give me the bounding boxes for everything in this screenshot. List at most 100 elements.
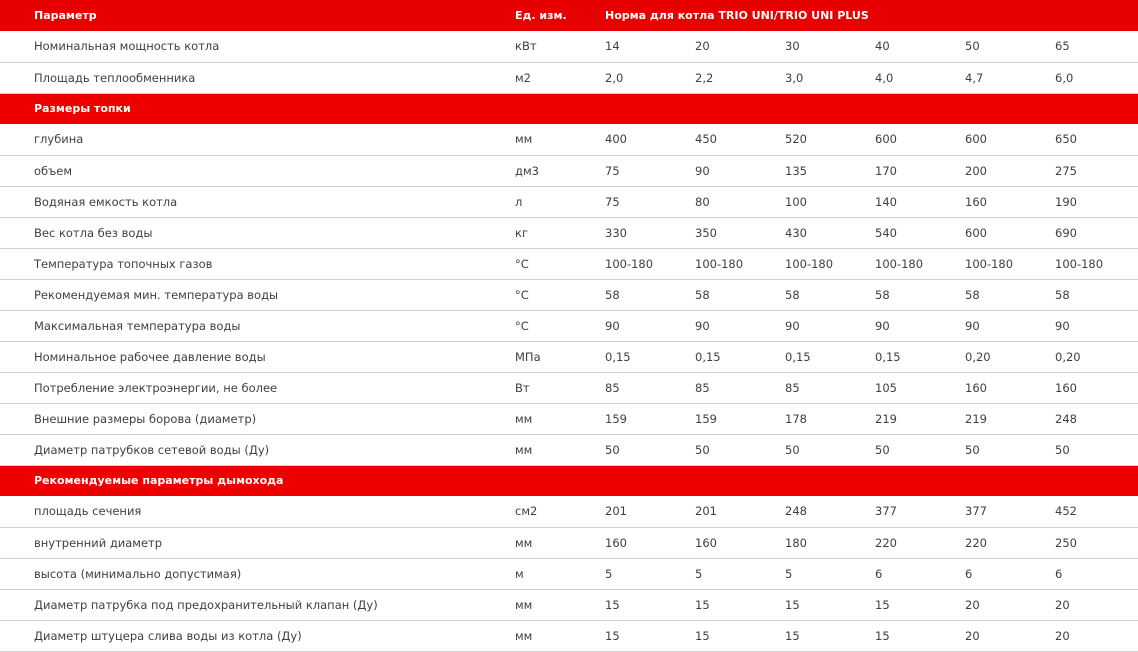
param-value: 400 xyxy=(605,124,695,156)
param-value: 15 xyxy=(785,620,875,652)
param-value: 15 xyxy=(875,589,965,621)
param-value: 20 xyxy=(1055,589,1138,621)
table-row: глубина мм 400 450 520 600 600 650 xyxy=(0,124,1138,156)
param-name: Вес котла без воды xyxy=(0,217,515,249)
param-value: 159 xyxy=(695,403,785,435)
param-value: 160 xyxy=(965,186,1055,218)
param-value: 100-180 xyxy=(785,248,875,280)
param-value: 377 xyxy=(965,496,1055,528)
param-value: 105 xyxy=(875,372,965,404)
param-value: 6 xyxy=(875,558,965,590)
param-value: 2,2 xyxy=(695,62,785,94)
param-value: 201 xyxy=(605,496,695,528)
param-unit: мм xyxy=(515,434,605,466)
param-value: 0,15 xyxy=(605,341,695,373)
param-name: Температура топочных газов xyxy=(0,248,515,280)
param-name: площадь сечения xyxy=(0,496,515,528)
param-value: 5 xyxy=(695,558,785,590)
param-value: 50 xyxy=(875,434,965,466)
param-value: 100-180 xyxy=(605,248,695,280)
param-value: 90 xyxy=(1055,310,1138,342)
param-unit: дм3 xyxy=(515,155,605,187)
param-unit: °С xyxy=(515,310,605,342)
param-value: 90 xyxy=(965,310,1055,342)
table-header-row: Параметр Ед. изм. Норма для котла TRIO U… xyxy=(0,0,1138,31)
param-name: Рекомендуемая мин. температура воды xyxy=(0,279,515,311)
table-row: объем дм3 75 90 135 170 200 275 xyxy=(0,155,1138,187)
param-value: 178 xyxy=(785,403,875,435)
table-row: Диаметр патрубка под предохранительный к… xyxy=(0,589,1138,621)
param-unit: мм xyxy=(515,124,605,156)
param-value: 50 xyxy=(785,434,875,466)
param-value: 0,15 xyxy=(875,341,965,373)
param-name: глубина xyxy=(0,124,515,156)
param-value: 75 xyxy=(605,186,695,218)
param-value: 0,20 xyxy=(1055,341,1138,373)
param-unit: м xyxy=(515,558,605,590)
param-value: 20 xyxy=(1055,620,1138,652)
param-value: 540 xyxy=(875,217,965,249)
param-value: 100-180 xyxy=(965,248,1055,280)
param-value: 0,15 xyxy=(695,341,785,373)
param-value: 90 xyxy=(605,310,695,342)
param-value: 600 xyxy=(965,124,1055,156)
param-value: 219 xyxy=(875,403,965,435)
table-row: Номинальная мощность котла кВт 14 20 30 40 50 6… xyxy=(0,31,1138,63)
param-name: Диаметр патрубка под предохранительный к… xyxy=(0,589,515,621)
param-value: 58 xyxy=(1055,279,1138,311)
table-row: Площадь теплообменника м2 2,0 2,2 3,0 4,0 4,7 6… xyxy=(0,62,1138,94)
param-unit: мм xyxy=(515,589,605,621)
param-value: 15 xyxy=(875,620,965,652)
param-value: 14 xyxy=(605,31,695,63)
param-value: 248 xyxy=(785,496,875,528)
table-body: Параметр Ед. изм. Норма для котла TRIO U… xyxy=(0,0,1138,652)
param-value: 100-180 xyxy=(695,248,785,280)
param-unit: мм xyxy=(515,620,605,652)
param-value: 248 xyxy=(1055,403,1138,435)
table-row: Рекомендуемая мин. температура воды °С 58 5… xyxy=(0,279,1138,311)
param-value: 190 xyxy=(1055,186,1138,218)
section-header-row: Рекомендуемые параметры дымохода xyxy=(0,465,1138,496)
table-row: площадь сечения см2 201 201 248 377 377 452 xyxy=(0,496,1138,528)
param-value: 90 xyxy=(695,155,785,187)
table-row: Диаметр штуцера слива воды из котла (Ду)… xyxy=(0,620,1138,652)
param-value: 100 xyxy=(785,186,875,218)
param-value: 50 xyxy=(605,434,695,466)
param-value: 220 xyxy=(875,527,965,559)
param-value: 0,15 xyxy=(785,341,875,373)
param-value: 140 xyxy=(875,186,965,218)
table-row: Потребление электроэнергии, не более Вт 85… xyxy=(0,372,1138,404)
table-row: высота (минимально допустимая) м 5 5 5 6 6 6 xyxy=(0,558,1138,590)
param-name: высота (минимально допустимая) xyxy=(0,558,515,590)
param-name: Площадь теплообменника xyxy=(0,62,515,94)
table-row: Номинальное рабочее давление воды МПа 0,15… xyxy=(0,341,1138,373)
param-value: 5 xyxy=(785,558,875,590)
param-value: 30 xyxy=(785,31,875,63)
param-value: 50 xyxy=(1055,434,1138,466)
param-name: внутренний диаметр xyxy=(0,527,515,559)
param-unit: кВт xyxy=(515,31,605,63)
table-row: Внешние размеры борова (диаметр) мм 159 159… xyxy=(0,403,1138,435)
param-unit: кг xyxy=(515,217,605,249)
param-value: 40 xyxy=(875,31,965,63)
param-name: объем xyxy=(0,155,515,187)
param-value: 650 xyxy=(1055,124,1138,156)
param-value: 50 xyxy=(965,31,1055,63)
param-value: 58 xyxy=(605,279,695,311)
param-unit: Вт xyxy=(515,372,605,404)
param-value: 160 xyxy=(965,372,1055,404)
param-value: 90 xyxy=(785,310,875,342)
param-name: Внешние размеры борова (диаметр) xyxy=(0,403,515,435)
param-unit: МПа xyxy=(515,341,605,373)
param-name: Диаметр патрубков сетевой воды (Ду) xyxy=(0,434,515,466)
param-value: 160 xyxy=(605,527,695,559)
param-value: 4,0 xyxy=(875,62,965,94)
param-value: 600 xyxy=(965,217,1055,249)
param-value: 452 xyxy=(1055,496,1138,528)
param-name: Номинальное рабочее давление воды xyxy=(0,341,515,373)
param-value: 250 xyxy=(1055,527,1138,559)
param-value: 58 xyxy=(695,279,785,311)
boiler-spec-table: Параметр Ед. изм. Норма для котла TRIO U… xyxy=(0,0,1138,652)
param-value: 20 xyxy=(965,589,1055,621)
param-value: 90 xyxy=(695,310,785,342)
